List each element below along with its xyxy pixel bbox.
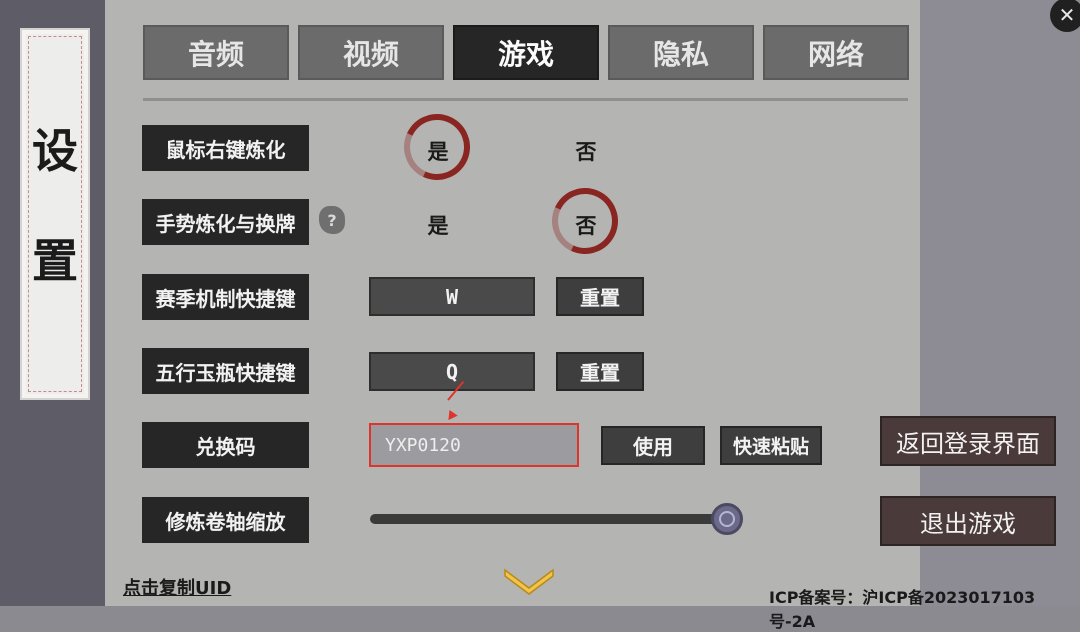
gesture-refine-no[interactable]: 否 [566, 210, 606, 240]
redeem-code-input[interactable] [369, 423, 579, 467]
tab-privacy[interactable]: 隐私 [608, 25, 754, 80]
chevron-down-icon[interactable] [503, 566, 555, 596]
settings-title-scroll: 设 置 [20, 28, 90, 400]
season-hotkey-label: 赛季机制快捷键 [142, 274, 309, 320]
title-char-2: 置 [32, 234, 78, 288]
exit-game-button[interactable]: 退出游戏 [880, 496, 1056, 546]
tab-game[interactable]: 游戏 [453, 25, 599, 80]
title-char-1: 设 [32, 124, 78, 178]
tab-divider [143, 98, 908, 101]
right-click-refine-no[interactable]: 否 [566, 136, 606, 166]
tab-network[interactable]: 网络 [763, 25, 909, 80]
close-icon[interactable]: ✕ [1050, 0, 1080, 32]
use-code-button[interactable]: 使用 [601, 426, 705, 465]
return-login-button[interactable]: 返回登录界面 [880, 416, 1056, 466]
wuxing-hotkey-label: 五行玉瓶快捷键 [142, 348, 309, 394]
season-hotkey-button[interactable]: W [369, 277, 535, 316]
wuxing-hotkey-reset-button[interactable]: 重置 [556, 352, 644, 391]
gesture-refine-yes[interactable]: 是 [418, 210, 458, 240]
question-icon[interactable]: ? [319, 206, 345, 234]
tab-video[interactable]: 视频 [298, 25, 444, 80]
scroll-zoom-slider-track[interactable] [370, 514, 730, 524]
right-click-refine-yes[interactable]: 是 [418, 136, 458, 166]
icp-record-text: ICP备案号：沪ICP备2023017103号-2A [769, 588, 1036, 631]
scroll-zoom-label: 修炼卷轴缩放 [142, 497, 309, 543]
copy-uid-link[interactable]: 点击复制UID [123, 574, 231, 600]
settings-tabs: 音频 视频 游戏 隐私 网络 [143, 25, 909, 80]
tab-audio[interactable]: 音频 [143, 25, 289, 80]
quick-paste-button[interactable]: 快速粘贴 [720, 426, 822, 465]
redeem-code-label: 兑换码 [142, 422, 309, 468]
gesture-refine-label: 手势炼化与换牌 [142, 199, 309, 245]
wuxing-hotkey-button[interactable]: Q [369, 352, 535, 391]
right-click-refine-label: 鼠标右键炼化 [142, 125, 309, 171]
scroll-zoom-slider-knob[interactable] [711, 503, 743, 535]
season-hotkey-reset-button[interactable]: 重置 [556, 277, 644, 316]
